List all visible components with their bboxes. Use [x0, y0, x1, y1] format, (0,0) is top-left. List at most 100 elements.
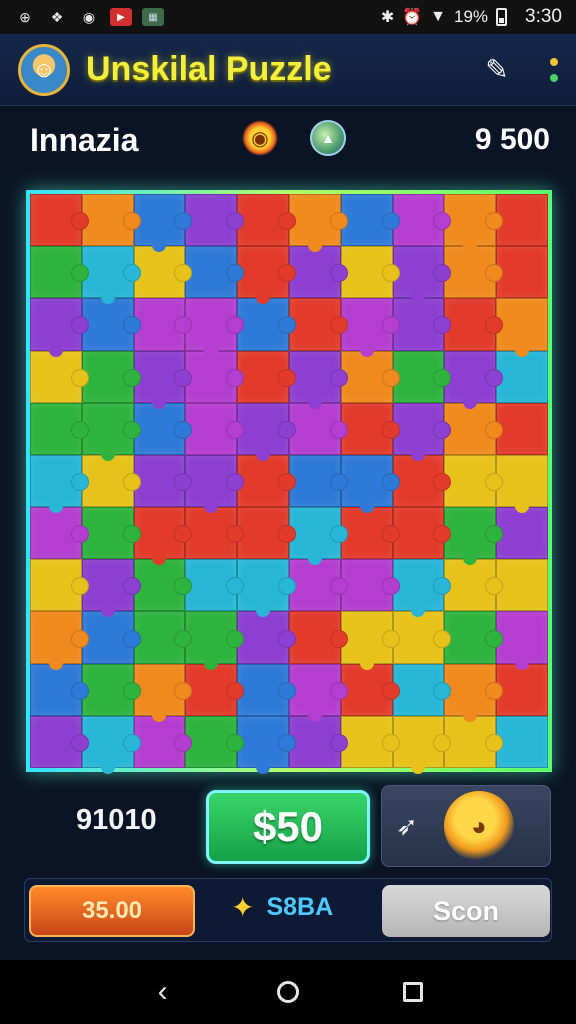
puzzle-piece[interactable] [444, 507, 503, 566]
back-icon[interactable]: ‹ [143, 972, 183, 1012]
puzzle-piece[interactable] [133, 194, 193, 253]
puzzle-piece[interactable] [133, 507, 193, 566]
puzzle-piece[interactable] [392, 402, 452, 462]
puzzle-piece[interactable] [288, 454, 348, 508]
puzzle-piece[interactable] [392, 507, 452, 560]
puzzle-piece[interactable] [340, 298, 400, 357]
puzzle-piece[interactable] [444, 402, 503, 455]
puzzle-piece[interactable] [392, 350, 452, 403]
puzzle-piece[interactable] [496, 507, 548, 560]
puzzle-piece[interactable] [185, 402, 244, 455]
puzzle-piece[interactable] [237, 298, 296, 351]
puzzle-piece[interactable] [496, 715, 548, 768]
fish-emblem-icon[interactable]: ◉ [242, 120, 278, 156]
puzzle-piece[interactable] [392, 298, 452, 351]
puzzle-piece[interactable] [81, 454, 141, 508]
buy-button[interactable]: $50 [206, 790, 370, 864]
home-button[interactable] [268, 972, 308, 1012]
puzzle-piece[interactable] [133, 663, 193, 723]
puzzle-piece[interactable] [288, 402, 348, 455]
puzzle-piece[interactable] [392, 611, 452, 664]
puzzle-board[interactable] [30, 194, 548, 775]
puzzle-piece[interactable] [133, 611, 193, 664]
puzzle-piece[interactable] [30, 559, 89, 612]
puzzle-piece[interactable] [185, 507, 244, 560]
puzzle-piece[interactable] [288, 715, 348, 768]
puzzle-piece[interactable] [133, 350, 193, 409]
puzzle-piece[interactable] [444, 246, 503, 299]
puzzle-piece[interactable] [444, 663, 503, 723]
puzzle-piece[interactable] [237, 507, 296, 560]
puzzle-piece[interactable] [496, 663, 548, 716]
puzzle-piece[interactable] [185, 611, 244, 670]
puzzle-piece[interactable] [496, 194, 548, 247]
puzzle-piece[interactable] [30, 402, 89, 455]
puzzle-piece[interactable] [288, 246, 348, 299]
puzzle-piece[interactable] [81, 298, 141, 351]
puzzle-piece[interactable] [392, 246, 452, 305]
puzzle-piece[interactable] [185, 663, 244, 716]
puzzle-piece[interactable] [30, 507, 89, 560]
puzzle-piece[interactable] [133, 402, 193, 455]
puzzle-piece[interactable] [496, 402, 548, 455]
puzzle-piece[interactable] [496, 559, 548, 612]
puzzle-piece[interactable] [185, 350, 244, 403]
puzzle-piece[interactable] [340, 402, 400, 455]
puzzle-piece[interactable] [288, 663, 348, 723]
pencil-icon[interactable]: ✎ [480, 53, 514, 87]
puzzle-piece[interactable] [30, 715, 89, 768]
puzzle-piece[interactable] [133, 715, 193, 768]
puzzle-piece[interactable] [392, 663, 452, 716]
puzzle-piece[interactable] [392, 194, 452, 247]
puzzle-piece[interactable] [237, 611, 296, 664]
puzzle-piece[interactable] [288, 350, 348, 409]
puzzle-piece[interactable] [496, 246, 548, 299]
puzzle-piece[interactable] [81, 663, 141, 716]
puzzle-piece[interactable] [185, 715, 244, 768]
puzzle-piece[interactable] [30, 194, 89, 247]
puzzle-piece[interactable] [340, 350, 400, 403]
puzzle-piece[interactable] [340, 663, 400, 716]
puzzle-piece[interactable] [185, 298, 244, 357]
puzzle-piece[interactable] [340, 194, 400, 247]
puzzle-piece[interactable] [185, 194, 244, 247]
puzzle-piece[interactable] [340, 507, 400, 560]
puzzle-piece[interactable] [81, 715, 141, 775]
player-avatar[interactable]: ☺ [18, 43, 70, 96]
puzzle-piece[interactable] [81, 559, 141, 618]
puzzle-piece[interactable] [288, 507, 348, 566]
puzzle-piece[interactable] [237, 559, 296, 618]
puzzle-piece[interactable] [392, 715, 452, 775]
puzzle-piece[interactable] [237, 350, 296, 403]
puzzle-piece[interactable] [340, 559, 400, 612]
puzzle-piece[interactable] [237, 715, 296, 775]
puzzle-piece[interactable] [185, 454, 244, 514]
puzzle-piece[interactable] [288, 298, 348, 351]
puzzle-piece[interactable] [444, 298, 503, 351]
globe-icon[interactable]: ▲ [310, 120, 346, 156]
puzzle-piece[interactable] [340, 246, 400, 299]
puzzle-piece[interactable] [30, 350, 89, 403]
puzzle-piece[interactable] [288, 194, 348, 253]
price-button[interactable]: 35.00 [29, 885, 195, 937]
puzzle-piece[interactable] [496, 298, 548, 357]
puzzle-piece[interactable] [444, 194, 503, 253]
puzzle-piece[interactable] [237, 454, 296, 508]
puzzle-piece[interactable] [30, 611, 89, 670]
puzzle-piece[interactable] [288, 559, 348, 612]
puzzle-piece[interactable] [133, 559, 193, 612]
puzzle-piece[interactable] [392, 559, 452, 618]
puzzle-piece[interactable] [444, 454, 503, 508]
puzzle-piece[interactable] [81, 246, 141, 305]
puzzle-piece[interactable] [237, 402, 296, 462]
puzzle-piece[interactable] [133, 454, 193, 508]
puzzle-piece[interactable] [496, 454, 548, 514]
more-menu-button[interactable] [550, 57, 558, 82]
puzzle-piece[interactable] [444, 559, 503, 612]
puzzle-piece[interactable] [340, 715, 400, 768]
puzzle-piece[interactable] [133, 246, 193, 299]
puzzle-piece[interactable] [237, 246, 296, 305]
puzzle-piece[interactable] [444, 611, 503, 664]
recents-button[interactable] [393, 972, 433, 1012]
scon-button[interactable]: Scon [382, 885, 550, 937]
